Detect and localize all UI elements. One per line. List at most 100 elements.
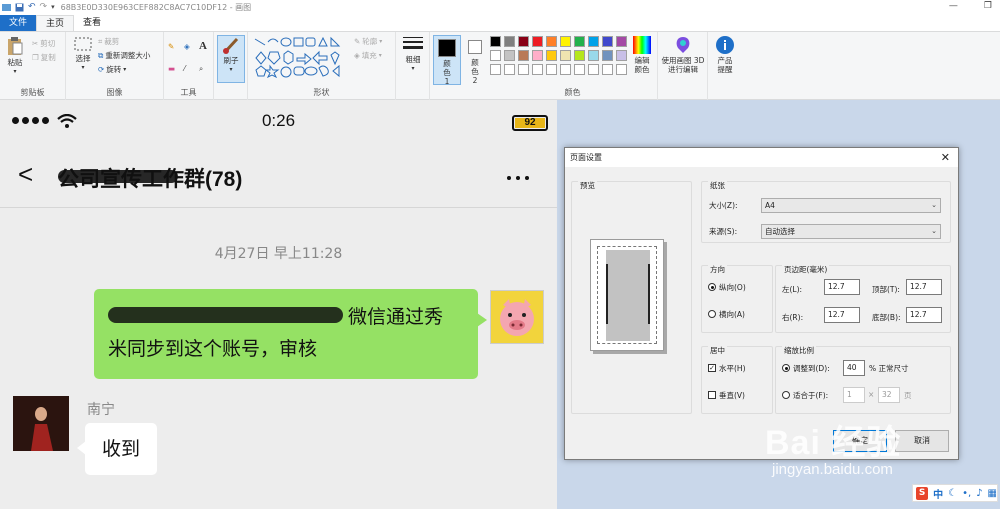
avatar-pig-icon[interactable]	[490, 290, 544, 344]
size-label: 大小(Z):	[709, 201, 738, 210]
close-icon[interactable]: ✕	[941, 151, 950, 164]
edit-colors-button[interactable]: 编辑颜色	[630, 36, 654, 74]
sogou-icon[interactable]: S	[916, 486, 929, 500]
brushes-button[interactable]: 刷子 ▾	[217, 35, 245, 83]
adjust-radio[interactable]	[782, 364, 790, 372]
copy-button[interactable]: ❐ 复制	[32, 52, 56, 63]
palette-swatch[interactable]	[490, 50, 501, 61]
product-alert-button[interactable]: 产品提醒	[710, 36, 740, 74]
avatar-photo[interactable]	[13, 396, 69, 451]
size-button[interactable]: 粗细 ▾	[400, 35, 426, 73]
adjust-input[interactable]: 40	[843, 360, 865, 376]
horizontal-checkbox[interactable]: ✓	[708, 364, 716, 372]
palette-swatch[interactable]	[588, 36, 599, 47]
pencil-icon[interactable]: ✎	[168, 42, 174, 51]
palette-swatch[interactable]	[532, 64, 543, 75]
cancel-button[interactable]: 取消	[895, 430, 949, 452]
restore-icon[interactable]: ❐	[984, 1, 992, 11]
palette-swatch[interactable]	[532, 50, 543, 61]
top-margin-input[interactable]: 12.7	[906, 279, 942, 295]
palette-swatch[interactable]	[504, 50, 515, 61]
cut-button[interactable]: ✂ 剪切	[32, 38, 55, 49]
save-icon[interactable]	[15, 3, 24, 12]
palette-swatch[interactable]	[560, 36, 571, 47]
palette-swatch[interactable]	[616, 64, 627, 75]
resize-button[interactable]: ⧉ 重新调整大小	[98, 50, 150, 61]
palette-swatch[interactable]	[518, 64, 529, 75]
more-icon[interactable]	[507, 176, 529, 180]
palette-swatch[interactable]	[546, 36, 557, 47]
palette-swatch[interactable]	[574, 64, 585, 75]
customize-qa-icon[interactable]: ▾	[51, 3, 55, 11]
left-margin-input[interactable]: 12.7	[824, 279, 860, 295]
fit-radio[interactable]	[782, 391, 790, 399]
fit-height-input[interactable]: 32	[878, 387, 900, 403]
size-select[interactable]: A4 ⌄	[761, 198, 941, 213]
palette-swatch[interactable]	[546, 64, 557, 75]
magnifier-icon[interactable]: ⌕	[199, 64, 203, 74]
palette-swatch[interactable]	[518, 50, 529, 61]
redo-icon[interactable]: ↷	[40, 2, 48, 12]
paint3d-button[interactable]: 使用画图 3D 进行编辑	[660, 36, 706, 74]
palette-swatch[interactable]	[490, 36, 501, 47]
crop-button[interactable]: ⌗ 裁剪	[98, 36, 119, 47]
rotate-button[interactable]: ⟳ 旋转 ▾	[98, 64, 126, 75]
back-icon[interactable]: <	[18, 159, 33, 190]
palette-swatch[interactable]	[518, 36, 529, 47]
vertical-checkbox[interactable]	[708, 391, 716, 399]
select-button[interactable]: 选择 ▾	[70, 36, 96, 72]
image-group: 选择 ▾ ⌗ 裁剪 ⧉ 重新调整大小 ⟳ 旋转 ▾ 图像	[66, 32, 164, 100]
palette-swatch[interactable]	[490, 64, 501, 75]
image-canvas[interactable]: 0:26 92 < 公司宣传工作群(78) 4月27日 早上11:28 微信通过…	[0, 100, 557, 509]
fill-icon[interactable]: ◈	[184, 42, 190, 51]
palette-swatch[interactable]	[602, 50, 613, 61]
keyboard-icon[interactable]: ▦	[988, 488, 997, 499]
fit-label: 适合于(F):	[793, 391, 829, 400]
palette-swatch[interactable]	[560, 50, 571, 61]
palette-swatch[interactable]	[574, 36, 585, 47]
palette-swatch[interactable]	[504, 64, 515, 75]
tab-file[interactable]: 文件	[0, 15, 37, 31]
paste-button[interactable]: 粘贴 ▾	[4, 36, 26, 76]
chevron-down-icon: ⌄	[931, 227, 937, 235]
right-margin-input[interactable]: 12.7	[824, 307, 860, 323]
margins-section: 页边距(毫米) 左(L): 12.7 顶部(T): 12.7 右(R): 12.…	[775, 264, 951, 333]
tab-home[interactable]: 主页	[36, 15, 75, 31]
palette-swatch[interactable]	[616, 50, 627, 61]
palette-swatch[interactable]	[588, 50, 599, 61]
brushes-group: 刷子 ▾	[214, 32, 248, 100]
punct-icon[interactable]: •,	[962, 488, 971, 499]
text-icon[interactable]: A	[199, 40, 207, 52]
fit-width-input[interactable]: 1	[843, 387, 865, 403]
palette-swatch[interactable]	[504, 36, 515, 47]
eraser-icon[interactable]: ▬	[168, 64, 175, 73]
color2-button[interactable]: 颜色 2	[464, 35, 486, 85]
color2-group: 颜色 2	[462, 32, 488, 100]
undo-icon[interactable]: ↶	[28, 2, 36, 12]
ime-language[interactable]: 中	[933, 486, 943, 501]
fill-button[interactable]: ◈ 填充 ▾	[354, 50, 382, 61]
ribbon-tabs: 文件 主页 查看	[0, 14, 1000, 31]
source-select[interactable]: 自动选择 ⌄	[761, 224, 941, 239]
bottom-margin-input[interactable]: 12.7	[906, 307, 942, 323]
sent-line-2: 米同步到这个账号，审核	[108, 338, 318, 360]
tab-view[interactable]: 查看	[74, 15, 110, 31]
shapes-gallery[interactable]	[253, 36, 348, 78]
landscape-radio[interactable]	[708, 310, 716, 318]
palette-swatch[interactable]	[574, 50, 585, 61]
palette-swatch[interactable]	[546, 50, 557, 61]
color-picker-icon[interactable]: ⁄	[184, 64, 185, 73]
palette-swatch[interactable]	[602, 36, 613, 47]
window-controls: — ❐	[949, 1, 992, 11]
palette-swatch[interactable]	[588, 64, 599, 75]
moon-icon[interactable]: ☾	[948, 488, 957, 499]
palette-swatch[interactable]	[616, 36, 627, 47]
mic-icon[interactable]: ♪	[976, 488, 982, 499]
outline-button[interactable]: ✎ 轮廓 ▾	[354, 36, 382, 47]
color1-button[interactable]: 颜色 1	[433, 35, 461, 86]
palette-swatch[interactable]	[532, 36, 543, 47]
palette-swatch[interactable]	[602, 64, 613, 75]
portrait-radio[interactable]	[708, 283, 716, 291]
palette-swatch[interactable]	[560, 64, 571, 75]
minimize-icon[interactable]: —	[949, 1, 958, 11]
